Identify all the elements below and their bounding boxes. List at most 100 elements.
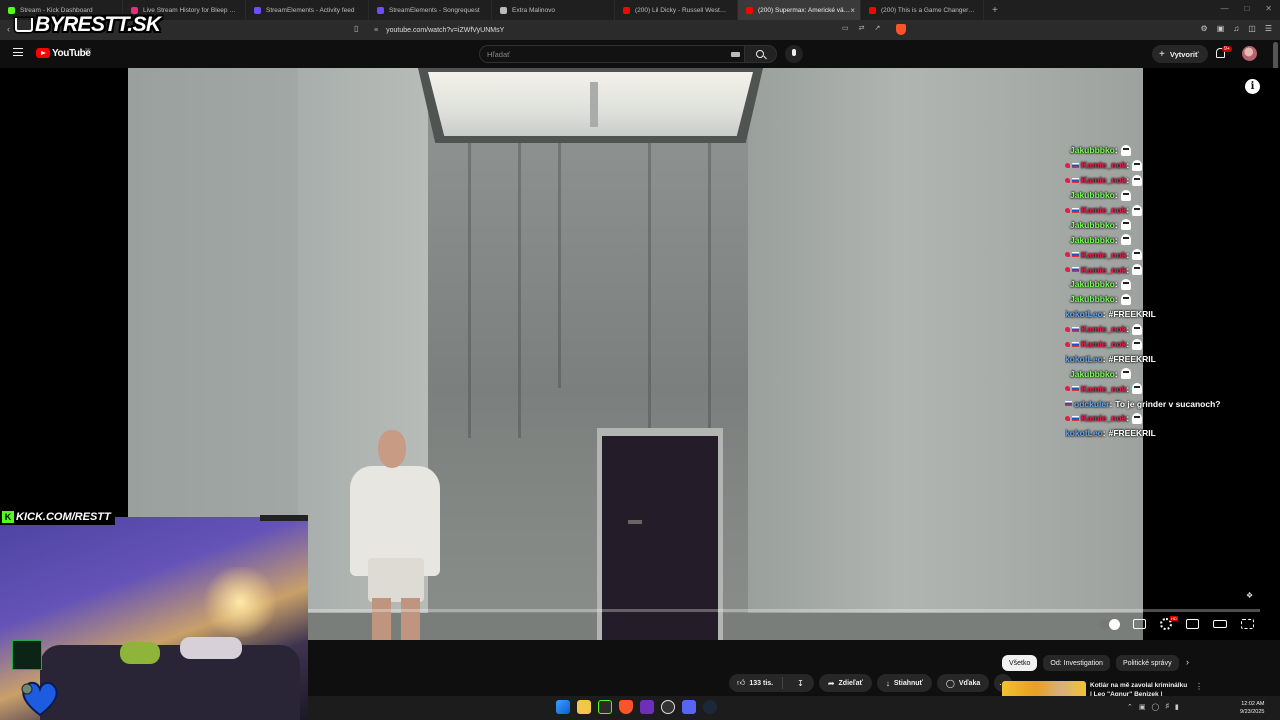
filter-chip[interactable]: Politické správy xyxy=(1115,655,1179,671)
voice-search-button[interactable] xyxy=(785,45,803,63)
browser-tab[interactable]: (200) This is a Game Changer - YouT xyxy=(861,0,984,20)
new-tab-button[interactable]: + xyxy=(984,5,1006,16)
tab-title: Extra Malinovo xyxy=(512,6,555,14)
chat-username: Jakubbbko xyxy=(1070,190,1115,201)
taskbar-clock[interactable]: 12:02 AM 9/23/2025 xyxy=(1240,700,1264,716)
theater-mode-icon[interactable] xyxy=(1213,620,1227,628)
extension-icon[interactable]: ⚙ xyxy=(1201,24,1208,33)
tab-title: (200) Lil Dicky - Russell Westbrook O xyxy=(635,6,729,14)
recommendation-menu-icon[interactable]: ⋮ xyxy=(1195,682,1203,691)
file-explorer-icon[interactable] xyxy=(577,700,591,714)
obs-icon[interactable] xyxy=(661,700,675,714)
chat-message: Kamie_nok: xyxy=(1065,247,1280,262)
site-settings-icon[interactable]: ≡ xyxy=(374,27,378,34)
search-input[interactable]: Hľadať xyxy=(479,45,745,63)
chat-username: Kamie_nok xyxy=(1081,339,1127,350)
info-icon[interactable]: i xyxy=(1245,79,1260,94)
inmate-head xyxy=(378,430,406,468)
browser-tab[interactable]: (200) Supermax: Americké väzen × xyxy=(738,0,861,20)
brave-icon[interactable] xyxy=(619,700,633,714)
like-button[interactable]: 👍︎ 133 tis. xyxy=(729,677,784,689)
maximize-icon[interactable]: □ xyxy=(1244,4,1249,13)
back-icon[interactable]: ‹ xyxy=(7,24,10,34)
streamelements-icon[interactable] xyxy=(640,700,654,714)
chat-username: kokotLeo xyxy=(1065,428,1103,439)
download-button[interactable]: ↓ Stiahnuť xyxy=(876,674,932,692)
search-icon xyxy=(756,50,764,58)
browser-tab[interactable]: (200) Lil Dicky - Russell Westbrook O xyxy=(615,0,738,20)
avatar[interactable] xyxy=(1242,46,1257,61)
emote-icon xyxy=(1120,278,1131,290)
kick-url: KICK.COM/RESTT xyxy=(16,511,111,523)
door-slot xyxy=(628,520,642,524)
brave-shields-icon[interactable] xyxy=(896,24,906,35)
cast-icon[interactable]: ▭ xyxy=(842,24,849,32)
browser-tab[interactable]: Extra Malinovo xyxy=(492,0,615,20)
progress-bar[interactable] xyxy=(308,609,1260,612)
chat-separator: : xyxy=(1126,205,1130,215)
create-button[interactable]: + Vytvoriť xyxy=(1152,45,1208,63)
filter-chip[interactable]: Od: Investigation xyxy=(1043,655,1110,671)
chat-username: Kamie_nok xyxy=(1081,160,1127,171)
webcam-edge xyxy=(260,515,308,521)
chat-separator: : xyxy=(1126,249,1130,260)
share-label: Zdieľať xyxy=(838,679,863,687)
menu-icon[interactable]: ☰ xyxy=(1265,24,1272,33)
dot-badge-icon xyxy=(1065,238,1068,242)
dislike-button[interactable]: ↧ xyxy=(787,679,814,688)
filter-chip[interactable]: Všetko xyxy=(1002,655,1038,671)
volume-icon[interactable]: ♯ xyxy=(1165,703,1169,711)
close-window-icon[interactable]: ✕ xyxy=(1265,4,1272,13)
translate-icon[interactable]: ⇄ xyxy=(859,24,865,32)
video-actions: 👍︎133 tis. ↧ ➦Zdieľať ↓Stiahnuť ◯Vďaka … xyxy=(729,674,1013,692)
steam-icon[interactable] xyxy=(703,700,717,714)
wallet-icon[interactable]: ▣ xyxy=(1217,24,1225,33)
network-icon[interactable]: ▣ xyxy=(1139,703,1146,711)
dot-badge-icon xyxy=(1065,148,1068,152)
emote-icon xyxy=(1132,383,1143,395)
keyboard-icon[interactable] xyxy=(731,52,740,57)
playlist-icon[interactable]: ♫ xyxy=(1233,24,1239,33)
share-button[interactable]: ➦ Zdieľať xyxy=(818,674,872,692)
url-field[interactable]: ≡ youtube.com/watch?v=iZWfVyUNMsY xyxy=(370,23,910,37)
sidebar-icon[interactable]: ◫ xyxy=(1248,24,1256,33)
battery-icon[interactable]: ▮ xyxy=(1175,703,1179,711)
share-icon[interactable]: ↗ xyxy=(875,24,881,32)
ceiling-lamp xyxy=(590,82,598,127)
xbox-icon[interactable] xyxy=(598,700,612,714)
hamburger-menu-icon[interactable] xyxy=(13,48,23,56)
minimize-icon[interactable]: — xyxy=(1220,4,1228,13)
discord-icon[interactable] xyxy=(682,700,696,714)
subtitles-icon[interactable] xyxy=(1133,619,1146,629)
dot-badge-icon xyxy=(1065,223,1068,227)
wifi-icon[interactable]: ◯ xyxy=(1152,703,1160,711)
emote-icon xyxy=(1120,219,1131,231)
heart-badge-icon xyxy=(1065,386,1070,392)
browser-tab[interactable]: StreamElements - Activity feed xyxy=(246,0,369,20)
miniplayer-icon[interactable] xyxy=(1186,619,1199,629)
chat-username: Jakubbbko xyxy=(1070,294,1115,305)
bookmark-icon[interactable]: ▯ xyxy=(354,24,358,33)
wall-stain xyxy=(558,138,561,388)
fullscreen-icon[interactable] xyxy=(1241,619,1254,629)
settings-gear-icon[interactable]: HD xyxy=(1160,616,1178,630)
thanks-button[interactable]: ◯ Vďaka xyxy=(936,674,990,692)
close-tab-icon[interactable]: × xyxy=(850,6,855,15)
windows-start-icon[interactable] xyxy=(556,700,570,714)
browser-tab[interactable]: StreamElements - Songrequest xyxy=(369,0,492,20)
heart-mascot-icon xyxy=(21,681,58,717)
chat-message: Kamie_nok: xyxy=(1065,173,1280,188)
tray-arrow-icon[interactable]: ⌃ xyxy=(1127,703,1133,711)
thumbs-up-icon: 👍︎ xyxy=(737,678,746,687)
address-bar: ‹ ▯ ≡ youtube.com/watch?v=iZWfVyUNMsY ▭ … xyxy=(0,20,1280,40)
country-code: SK xyxy=(85,47,92,52)
player-controls: HD xyxy=(1099,616,1254,630)
heart-badge-icon xyxy=(1065,207,1070,213)
chevron-right-icon[interactable]: › xyxy=(1186,657,1189,667)
autoplay-toggle[interactable] xyxy=(1099,618,1120,630)
chat-username: Jakubbbko xyxy=(1070,234,1115,245)
search-button[interactable] xyxy=(745,45,777,63)
youtube-logo-icon[interactable] xyxy=(36,48,50,58)
emote-icon xyxy=(1120,189,1131,201)
tab-title: StreamElements - Songrequest xyxy=(389,6,480,14)
